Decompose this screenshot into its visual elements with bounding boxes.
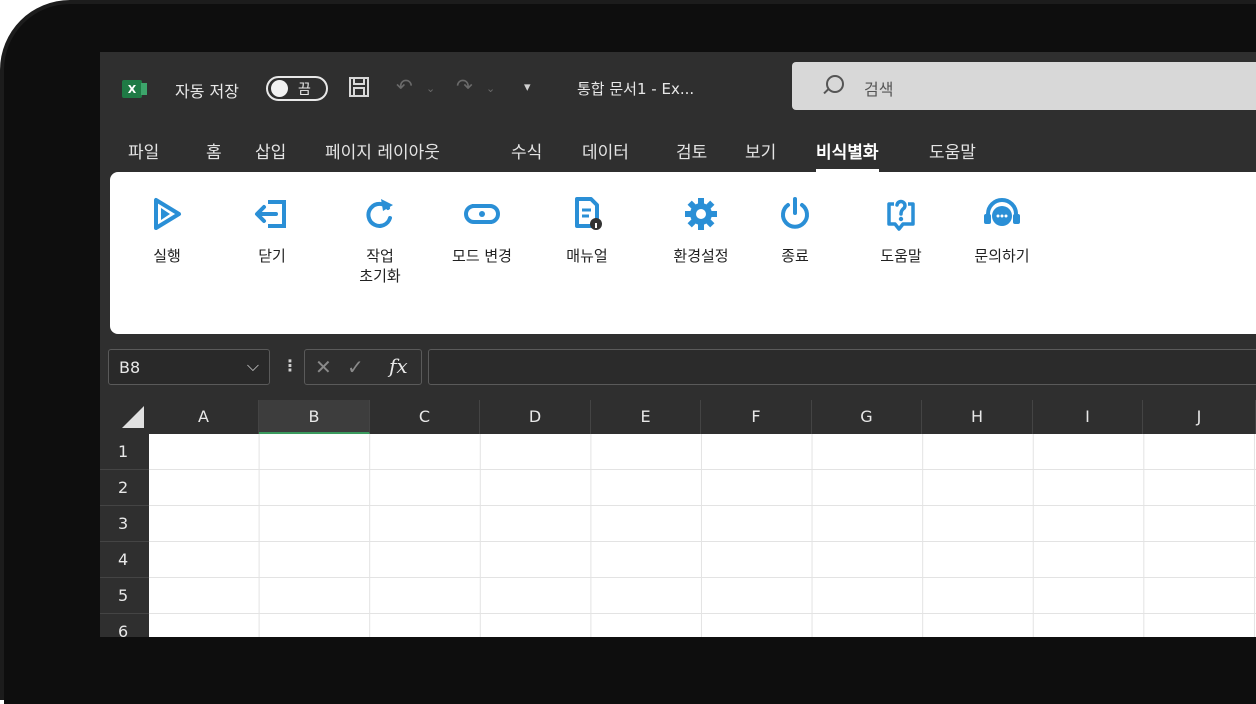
column-header-j[interactable]: J [1143, 400, 1256, 434]
formula-bar: B8 ⌵ ⋮ ✕ ✓ fx [100, 346, 1256, 390]
column-header-b[interactable]: B [259, 400, 370, 434]
search-box[interactable]: 검색 [792, 62, 1256, 110]
settings-label: 환경설정 [673, 247, 729, 265]
headset-icon [984, 198, 1020, 226]
tab-deidentify[interactable]: 비식별화 [816, 138, 879, 172]
select-all-button[interactable] [100, 400, 149, 434]
contact-button[interactable]: 문의하기 [962, 196, 1042, 266]
manual-icon [575, 197, 602, 230]
excel-logo-icon: X [122, 80, 147, 98]
manual-label: 매뉴얼 [566, 247, 608, 265]
row-header-2[interactable]: 2 [100, 470, 149, 506]
confirm-icon[interactable]: ✓ [347, 355, 364, 379]
column-header-g[interactable]: G [812, 400, 922, 434]
exit-icon [255, 200, 286, 228]
row-header-3[interactable]: 3 [100, 506, 149, 542]
autosave-toggle[interactable]: 끔 [266, 76, 328, 101]
tab-review[interactable]: 검토 [676, 138, 707, 163]
mode-switch-icon [464, 204, 500, 224]
save-icon[interactable] [348, 76, 370, 98]
power-icon [781, 197, 809, 229]
title-bar: X 자동 저장 끔 ↶ ⌄ ↷ ⌄ ▾ 통합 문서1 - Ex... 검색 [100, 52, 1256, 120]
run-label: 실행 [153, 247, 181, 265]
tab-insert[interactable]: 삽입 [255, 138, 286, 163]
column-header-h[interactable]: H [922, 400, 1033, 434]
help-button[interactable]: 도움말 [861, 196, 941, 266]
mode-switch-button[interactable]: 모드 변경 [442, 196, 522, 266]
contact-label: 문의하기 [974, 247, 1030, 265]
customize-qat-icon[interactable]: ▾ [524, 80, 531, 95]
cancel-icon[interactable]: ✕ [315, 355, 332, 379]
name-box-value: B8 [119, 358, 141, 377]
document-title: 통합 문서1 - Ex... [577, 80, 695, 98]
help-label: 도움말 [880, 247, 922, 265]
row-header-6[interactable]: 6 [100, 614, 149, 637]
row-header-5[interactable]: 5 [100, 578, 149, 614]
formula-actions: ✕ ✓ fx [304, 349, 422, 385]
tab-home[interactable]: 홈 [206, 138, 222, 163]
undo-dropdown-icon[interactable]: ⌄ [426, 82, 435, 95]
excel-window: X 자동 저장 끔 ↶ ⌄ ↷ ⌄ ▾ 통합 문서1 - Ex... 검색 파일… [100, 52, 1256, 637]
mode-switch-label: 모드 변경 [452, 247, 512, 265]
close-button[interactable]: 닫기 [232, 196, 312, 266]
play-icon [154, 198, 181, 230]
gear-icon [685, 198, 717, 230]
chevron-down-icon[interactable]: ⌵ [247, 356, 259, 376]
reset-task-label: 작업 초기화 [359, 247, 401, 285]
redo-dropdown-icon[interactable]: ⌄ [486, 82, 495, 95]
undo-icon[interactable]: ↶ [396, 74, 413, 98]
row-header-4[interactable]: 4 [100, 542, 149, 578]
tab-view[interactable]: 보기 [745, 138, 776, 163]
search-icon [826, 75, 844, 93]
tab-data[interactable]: 데이터 [582, 138, 629, 163]
ribbon-tabs: 파일 홈 삽입 페이지 레이아웃 수식 데이터 검토 보기 비식별화 도움말 [100, 132, 1256, 172]
run-button[interactable]: 실행 [127, 196, 207, 266]
column-header-c[interactable]: C [370, 400, 480, 434]
ribbon-panel: 실행 닫기 작업 초기화 모드 변경 매뉴얼 환경설정 종료 도움말 문의하기 [110, 172, 1256, 334]
column-header-i[interactable]: I [1033, 400, 1143, 434]
exit-label: 종료 [781, 247, 809, 265]
redo-icon[interactable]: ↷ [456, 74, 473, 98]
tab-page-layout[interactable]: 페이지 레이아웃 [325, 138, 440, 163]
column-header-a[interactable]: A [149, 400, 259, 434]
tab-help[interactable]: 도움말 [929, 138, 976, 163]
tab-file[interactable]: 파일 [128, 138, 159, 163]
manual-button[interactable]: 매뉴얼 [547, 196, 627, 266]
row-header-1[interactable]: 1 [100, 434, 149, 470]
autosave-label: 자동 저장 [175, 82, 239, 101]
exit-button[interactable]: 종료 [755, 196, 835, 266]
more-options-icon[interactable]: ⋮ [282, 356, 298, 375]
reset-icon [366, 199, 393, 228]
column-header-f[interactable]: F [701, 400, 812, 434]
column-header-e[interactable]: E [591, 400, 701, 434]
insert-function-button[interactable]: fx [389, 354, 408, 378]
autosave-state: 끔 [298, 82, 311, 98]
tab-formulas[interactable]: 수식 [511, 138, 542, 163]
toggle-knob [271, 80, 288, 97]
close-label: 닫기 [258, 247, 286, 265]
formula-input[interactable] [428, 349, 1256, 385]
name-box[interactable]: B8 ⌵ [108, 349, 270, 385]
settings-button[interactable]: 환경설정 [661, 196, 741, 266]
help-icon [887, 199, 915, 231]
column-header-d[interactable]: D [480, 400, 591, 434]
select-all-icon [122, 406, 144, 428]
reset-task-button[interactable]: 작업 초기화 [340, 196, 420, 286]
cell-grid[interactable] [149, 434, 1256, 637]
search-placeholder: 검색 [864, 80, 894, 99]
